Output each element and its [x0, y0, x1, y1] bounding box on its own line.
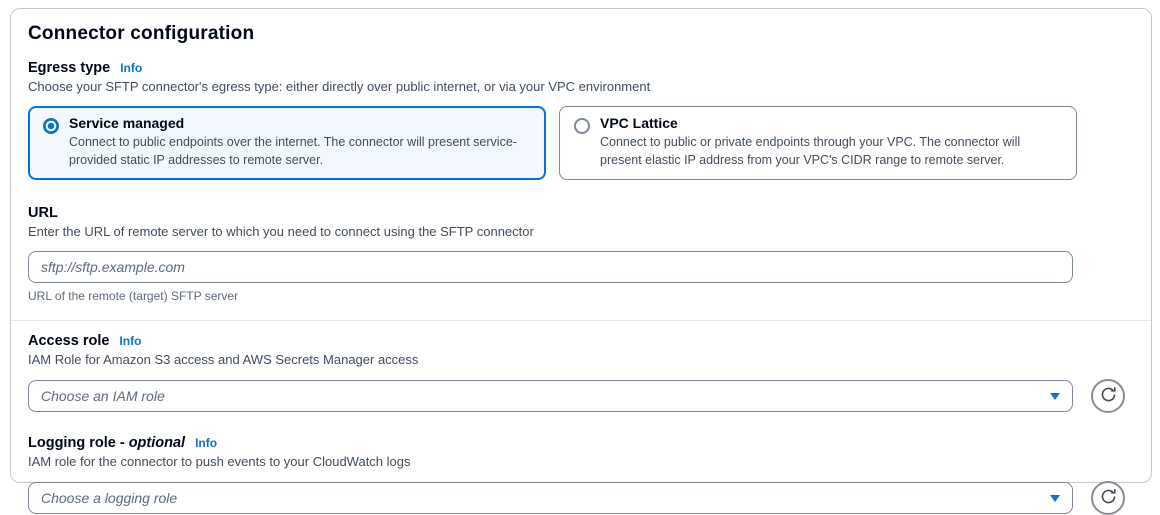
radio-card-service-managed[interactable]: Service managed Connect to public endpoi… — [28, 106, 546, 180]
url-constraint-text: URL of the remote (target) SFTP server — [28, 289, 1151, 303]
egress-type-label: Egress type — [28, 60, 110, 76]
url-label: URL — [28, 205, 58, 221]
radio-card-description: Connect to public endpoints over the int… — [69, 134, 531, 169]
connector-configuration-panel: Connector configuration Egress type Info… — [10, 8, 1152, 483]
logging-role-select-value: Choose a logging role — [41, 490, 177, 506]
refresh-icon — [1100, 386, 1117, 406]
access-role-section: Access role Info IAM Role for Amazon S3 … — [28, 333, 1151, 413]
refresh-icon — [1100, 488, 1117, 508]
egress-type-description: Choose your SFTP connector's egress type… — [28, 79, 1151, 94]
radio-card-description: Connect to public or private endpoints t… — [600, 134, 1062, 169]
egress-type-section: Egress type Info Choose your SFTP connec… — [28, 60, 1151, 180]
page-title: Connector configuration — [28, 23, 1151, 45]
access-role-refresh-button[interactable] — [1091, 379, 1125, 413]
caret-down-icon — [1050, 393, 1060, 400]
logging-role-label: Logging role - optional — [28, 435, 185, 451]
url-input[interactable] — [28, 251, 1073, 283]
url-section: URL Enter the URL of remote server to wh… — [28, 205, 1151, 303]
radio-selected-icon[interactable] — [43, 118, 59, 134]
access-role-description: IAM Role for Amazon S3 access and AWS Se… — [28, 352, 1151, 367]
access-role-info-link[interactable]: Info — [119, 334, 141, 348]
caret-down-icon — [1050, 495, 1060, 502]
access-role-select[interactable]: Choose an IAM role — [28, 380, 1073, 412]
radio-card-title: VPC Lattice — [600, 115, 1062, 131]
logging-role-description: IAM role for the connector to push event… — [28, 454, 1151, 469]
optional-label: optional — [129, 435, 185, 451]
logging-role-section: Logging role - optional Info IAM role fo… — [28, 435, 1151, 515]
section-divider — [11, 320, 1151, 321]
access-role-select-value: Choose an IAM role — [41, 388, 165, 404]
access-role-label: Access role — [28, 333, 109, 349]
egress-option-cards: Service managed Connect to public endpoi… — [28, 106, 1077, 180]
egress-type-info-link[interactable]: Info — [120, 61, 142, 75]
url-description: Enter the URL of remote server to which … — [28, 224, 1151, 239]
radio-card-title: Service managed — [69, 115, 531, 131]
logging-role-info-link[interactable]: Info — [195, 436, 217, 450]
logging-role-select[interactable]: Choose a logging role — [28, 482, 1073, 514]
radio-card-vpc-lattice[interactable]: VPC Lattice Connect to public or private… — [559, 106, 1077, 180]
radio-unselected-icon[interactable] — [574, 118, 590, 134]
logging-role-refresh-button[interactable] — [1091, 481, 1125, 515]
